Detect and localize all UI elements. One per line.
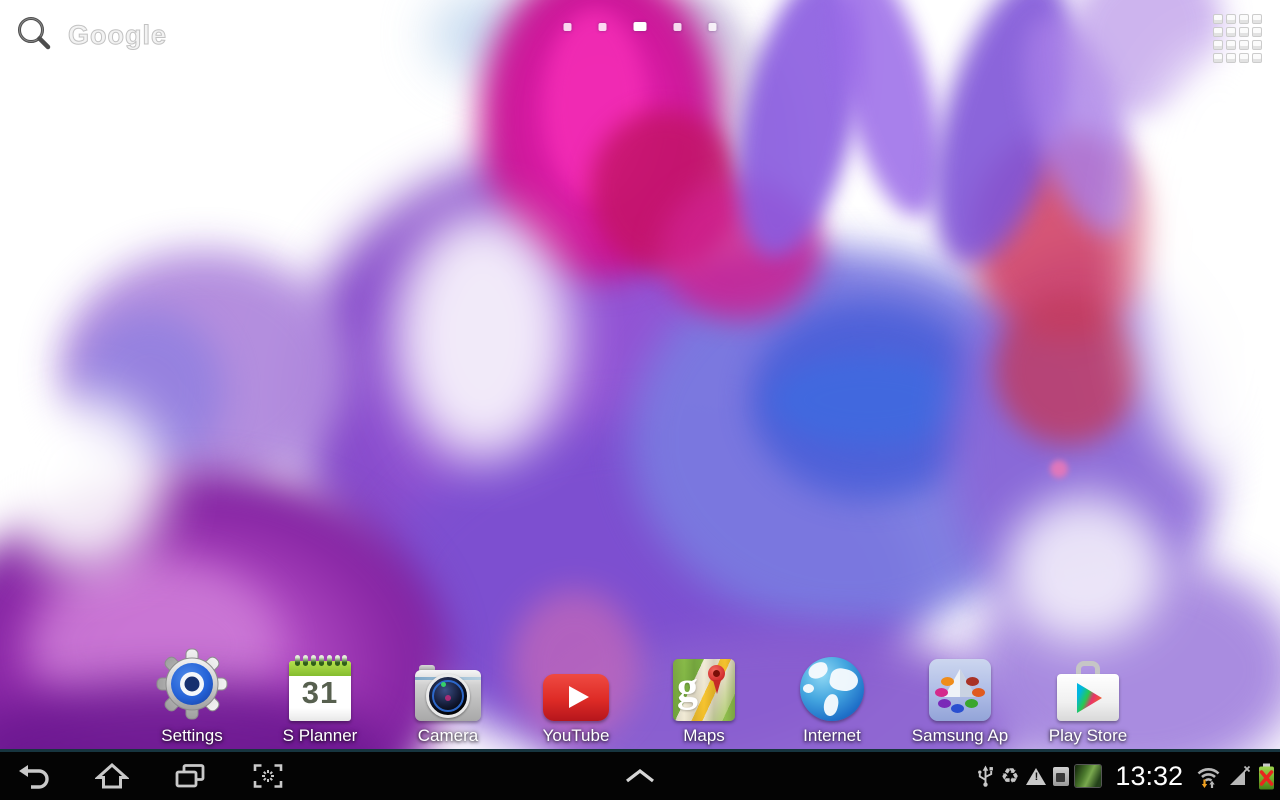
page-indicator-dot-active[interactable] bbox=[634, 22, 647, 31]
page-indicator-dot[interactable] bbox=[564, 23, 572, 31]
dock-item-internet[interactable]: Internet bbox=[768, 645, 896, 746]
ink-blob bbox=[770, 355, 970, 445]
status-area[interactable]: ♻ ! 13:32 bbox=[976, 752, 1276, 800]
dock: Settings 31 S Planner bbox=[0, 645, 1280, 746]
dock-item-samsung-apps[interactable]: Samsung Ap bbox=[896, 645, 1024, 746]
page-indicator-dot[interactable] bbox=[674, 23, 682, 31]
internet-globe-icon bbox=[800, 657, 864, 721]
recents-icon bbox=[173, 762, 207, 790]
app-label: Camera bbox=[418, 726, 478, 746]
ink-blob bbox=[1050, 460, 1068, 478]
screen-capture-icon bbox=[252, 762, 284, 790]
samsung-apps-icon bbox=[929, 659, 991, 721]
play-store-icon bbox=[1057, 661, 1119, 721]
app-label: Settings bbox=[161, 726, 222, 746]
dock-item-camera[interactable]: Camera bbox=[384, 645, 512, 746]
screenshot-thumbnail bbox=[1075, 765, 1101, 787]
back-button[interactable] bbox=[16, 758, 52, 794]
s-planner-icon: 31 bbox=[289, 655, 351, 721]
screen-capture-button[interactable] bbox=[250, 758, 286, 794]
home-icon bbox=[95, 762, 129, 790]
google-search-widget[interactable]: Google bbox=[14, 14, 167, 56]
magnifier-icon bbox=[14, 14, 54, 56]
usb-icon bbox=[976, 764, 995, 788]
youtube-icon bbox=[543, 674, 609, 721]
status-clock: 13:32 bbox=[1115, 761, 1183, 792]
apps-grid-icon[interactable] bbox=[1213, 14, 1262, 63]
dock-item-maps[interactable]: g Maps bbox=[640, 645, 768, 746]
app-label: Play Store bbox=[1049, 726, 1127, 746]
back-icon bbox=[17, 762, 51, 790]
warning-icon: ! bbox=[1025, 767, 1047, 785]
recents-button[interactable] bbox=[172, 758, 208, 794]
recycle-icon: ♻ bbox=[1001, 766, 1020, 787]
s-planner-date: 31 bbox=[289, 675, 351, 711]
settings-icon bbox=[155, 647, 229, 721]
app-label: S Planner bbox=[283, 726, 358, 746]
chevron-up-icon bbox=[625, 769, 655, 783]
dock-item-settings[interactable]: Settings bbox=[128, 645, 256, 746]
ink-blob bbox=[995, 295, 1140, 445]
no-signal-icon bbox=[1228, 765, 1251, 788]
camera-icon bbox=[415, 665, 481, 721]
wifi-traffic-icon bbox=[1195, 764, 1222, 789]
google-logo-text: Google bbox=[68, 20, 167, 51]
battery-error-icon bbox=[1257, 763, 1276, 790]
page-indicator bbox=[564, 22, 717, 31]
ink-blob bbox=[0, 395, 165, 570]
dock-item-youtube[interactable]: YouTube bbox=[512, 645, 640, 746]
expand-panel-button[interactable] bbox=[625, 752, 655, 800]
maps-icon: g bbox=[673, 659, 735, 721]
app-label: Internet bbox=[803, 726, 861, 746]
app-label: YouTube bbox=[543, 726, 610, 746]
system-navbar: ♻ ! 13:32 bbox=[0, 749, 1280, 800]
app-label: Maps bbox=[683, 726, 725, 746]
dock-item-s-planner[interactable]: 31 S Planner bbox=[256, 645, 384, 746]
app-label: Samsung Ap bbox=[912, 726, 1008, 746]
page-indicator-dot[interactable] bbox=[709, 23, 717, 31]
file-icon bbox=[1053, 767, 1069, 786]
dock-item-play-store[interactable]: Play Store bbox=[1024, 645, 1152, 746]
ink-blob bbox=[1005, 495, 1165, 645]
page-indicator-dot[interactable] bbox=[599, 23, 607, 31]
home-button[interactable] bbox=[94, 758, 130, 794]
ink-blob bbox=[395, 210, 570, 460]
